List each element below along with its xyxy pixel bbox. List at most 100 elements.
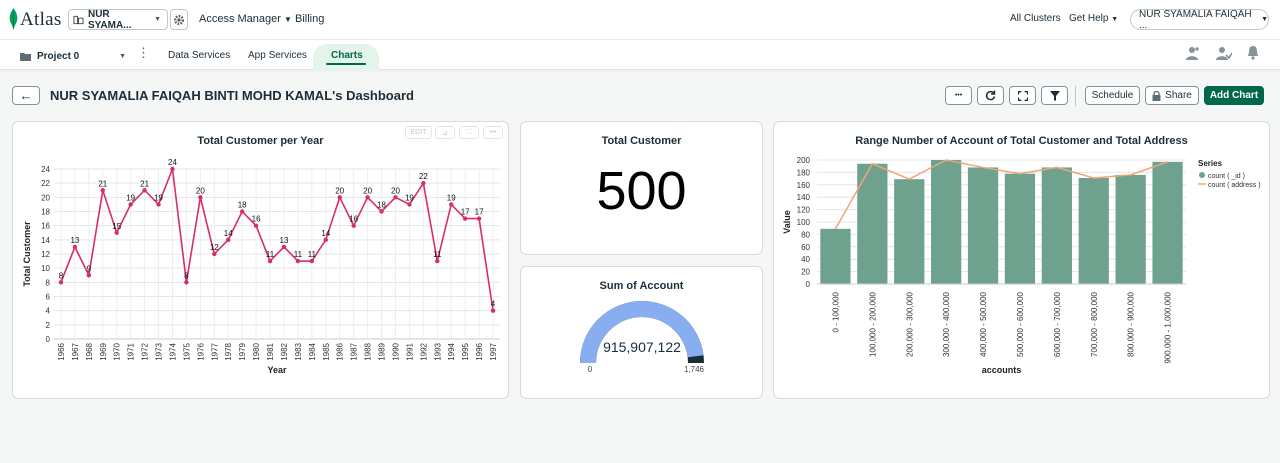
- data-point: [449, 202, 454, 207]
- organization-settings-button[interactable]: [170, 9, 188, 30]
- bar: [967, 167, 999, 284]
- refresh-button[interactable]: [977, 86, 1004, 105]
- data-label: 19: [154, 193, 163, 202]
- share-button[interactable]: Share: [1145, 86, 1199, 105]
- project-select[interactable]: Project 0 ▼: [14, 47, 132, 65]
- data-label: 13: [70, 236, 79, 245]
- bar: [931, 160, 962, 284]
- x-tick-label: 1979: [238, 342, 247, 360]
- x-axis-title: Year: [267, 365, 287, 375]
- user-name: NUR SYAMALIA FAIQAH ...: [1139, 8, 1252, 31]
- refresh-icon: [985, 90, 996, 101]
- tab-data-services[interactable]: Data Services: [168, 50, 230, 61]
- legend-label: count ( _id ): [1208, 173, 1245, 180]
- x-tick-label: 1972: [141, 342, 150, 360]
- x-tick-label: 300,000 - 400,000: [942, 291, 951, 356]
- x-tick-label: 1997: [489, 342, 498, 360]
- x-tick-label: 1973: [155, 342, 164, 360]
- data-point: [114, 230, 119, 235]
- data-point: [58, 280, 64, 285]
- add-chart-button[interactable]: Add Chart: [1204, 86, 1264, 105]
- x-tick-label: 900,000 - 1,000,000: [1164, 291, 1173, 363]
- x-tick-label: 1980: [252, 342, 261, 360]
- x-tick-label: 100,000 - 200,000: [868, 291, 877, 356]
- schedule-button[interactable]: Schedule: [1085, 86, 1140, 105]
- x-tick-label: 700,000 - 800,000: [1090, 291, 1099, 356]
- data-point: [337, 195, 342, 200]
- caret-down-icon: ▼: [1111, 16, 1119, 23]
- y-tick-label: 160: [797, 181, 811, 190]
- lock-icon: [1152, 90, 1161, 101]
- data-point: [239, 209, 245, 214]
- back-button[interactable]: ←: [12, 86, 40, 105]
- x-tick-label: 500,000 - 600,000: [1016, 291, 1025, 356]
- access-manager-menu[interactable]: Access Manager ▼: [199, 13, 292, 25]
- billing-link[interactable]: Billing: [295, 13, 324, 25]
- x-tick-label: 1991: [405, 342, 414, 360]
- gauge-min: 0: [588, 365, 593, 374]
- data-point: [421, 180, 426, 186]
- bar-chart-card[interactable]: Range Number of Account of Total Custome…: [773, 121, 1270, 399]
- y-tick-label: 18: [41, 208, 50, 217]
- bar: [1152, 161, 1183, 284]
- data-label: 19: [126, 193, 135, 202]
- total-customer-card[interactable]: Total Customer 500: [520, 121, 763, 255]
- user-menu[interactable]: NUR SYAMALIA FAIQAH ... ▼: [1130, 8, 1269, 31]
- data-point: [281, 244, 287, 250]
- data-label: 11: [294, 250, 303, 259]
- y-axis-title: Value: [782, 210, 792, 234]
- y-tick-label: 180: [797, 168, 811, 177]
- atlas-logo-text[interactable]: Atlas: [20, 9, 62, 31]
- y-tick-label: 24: [41, 165, 50, 174]
- data-label: 18: [238, 201, 247, 210]
- ellipsis-icon: •••: [954, 92, 963, 99]
- tab-app-services[interactable]: App Services: [248, 50, 307, 61]
- data-point: [309, 258, 315, 264]
- x-tick-label: 600,000 - 700,000: [1053, 291, 1062, 356]
- filter-button[interactable]: [1041, 86, 1068, 105]
- data-label: 19: [405, 193, 414, 202]
- data-label: 15: [112, 222, 121, 231]
- tab-charts[interactable]: Charts: [331, 50, 363, 61]
- x-tick-label: 1976: [196, 342, 205, 360]
- bar: [820, 228, 851, 284]
- data-point: [212, 251, 217, 257]
- x-tick-label: 1984: [308, 342, 317, 360]
- line-chart: 0246810121416182022241966 1967 1968 1969 197…: [22, 158, 500, 375]
- x-tick-label: 1971: [127, 342, 136, 360]
- fullscreen-button[interactable]: [1009, 86, 1036, 105]
- caret-down-icon: ▼: [1261, 16, 1268, 23]
- vertical-ellipsis-icon[interactable]: ⋮: [137, 46, 150, 60]
- x-tick-label: 1987: [350, 342, 359, 360]
- data-label: 20: [196, 186, 205, 195]
- organization-select[interactable]: NUR SYAMA... ▼: [68, 9, 168, 31]
- activity-feed-icon[interactable]: [1216, 45, 1232, 61]
- data-label: 17: [461, 208, 470, 217]
- invite-user-icon[interactable]: [1185, 45, 1201, 61]
- line-chart-card[interactable]: Total Customer per Year EDIT ⊿ ⛶ ••• 024…: [12, 121, 509, 399]
- data-point: [476, 216, 482, 221]
- x-tick-label: 1975: [182, 342, 191, 360]
- y-tick-label: 22: [41, 179, 50, 188]
- kpi-value: 500: [596, 161, 687, 221]
- y-tick-label: 10: [41, 264, 50, 273]
- data-point: [198, 195, 203, 200]
- data-point: [267, 258, 273, 264]
- y-tick-label: 14: [41, 236, 50, 245]
- legend-label: count ( address ): [1208, 182, 1261, 189]
- gauge-chart: 915,907,122 0 1,746: [580, 301, 705, 374]
- y-tick-label: 40: [801, 255, 810, 264]
- data-label: 20: [391, 186, 400, 195]
- caret-down-icon: ▼: [284, 15, 292, 24]
- x-tick-label: 1985: [322, 342, 331, 360]
- data-point: [462, 216, 468, 221]
- bell-icon[interactable]: [1245, 45, 1261, 61]
- x-tick-label: 1989: [378, 342, 387, 360]
- x-tick-label: 1992: [419, 342, 428, 360]
- sum-account-card[interactable]: Sum of Account 915,907,122 0 1,746: [520, 266, 763, 399]
- top-navbar: Atlas NUR SYAMA... ▼ Access Manager ▼ Bi…: [0, 0, 1280, 40]
- get-help-menu[interactable]: Get Help ▼: [1069, 13, 1118, 24]
- y-tick-label: 4: [46, 307, 51, 316]
- all-clusters-link[interactable]: All Clusters: [1010, 13, 1061, 24]
- more-options-button[interactable]: •••: [945, 86, 972, 105]
